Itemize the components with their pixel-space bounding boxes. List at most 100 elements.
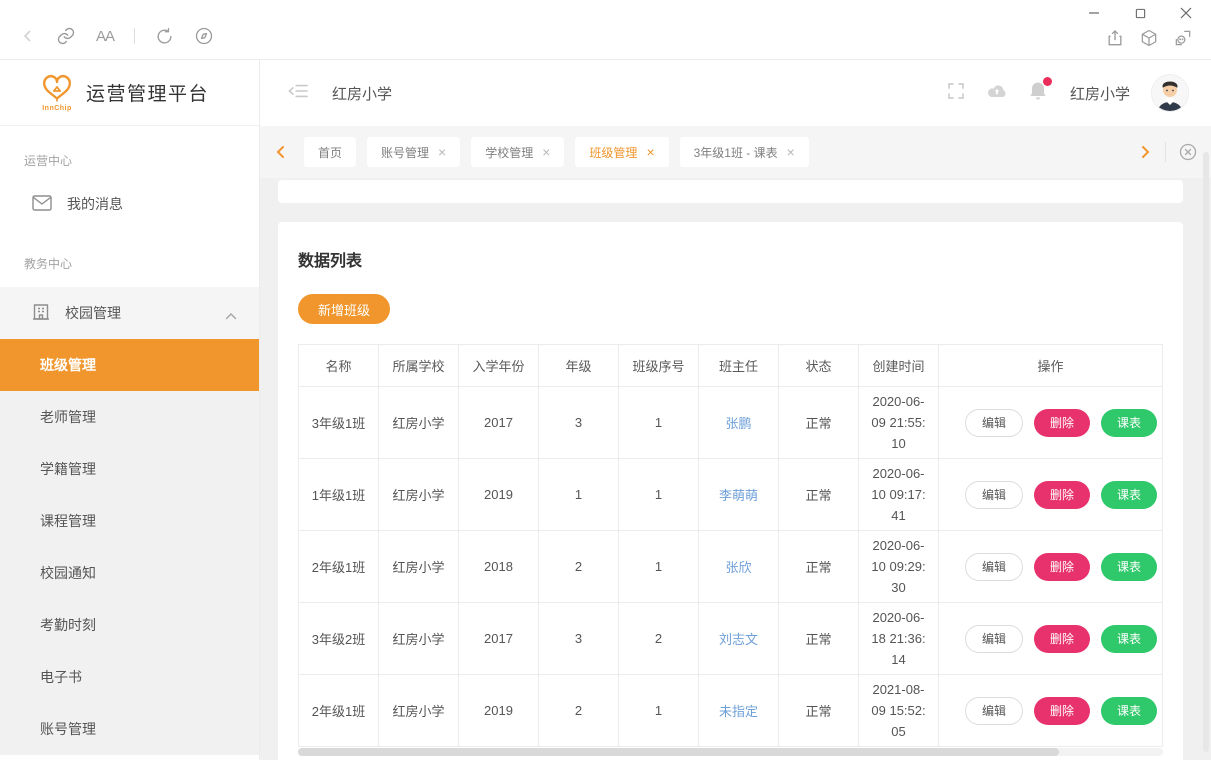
schedule-button[interactable]: 课表	[1101, 625, 1157, 653]
sidebar-item-考勤时刻[interactable]: 考勤时刻	[0, 599, 259, 651]
cell-created-time: 2020-06-10 09:29:30	[859, 531, 939, 603]
content-header: 红房小学	[260, 60, 1211, 126]
table-row: 2年级1班红房小学201821张欣正常2020-06-10 09:29:30编辑…	[299, 531, 1163, 603]
cube-icon[interactable]	[1139, 28, 1159, 53]
table-row: 3年级1班红房小学201731张鹏正常2020-06-09 21:55:10编辑…	[299, 387, 1163, 459]
delete-button[interactable]: 删除	[1034, 697, 1090, 725]
logo-subtext: InnChip	[36, 105, 78, 112]
cell-school: 红房小学	[379, 387, 459, 459]
tab-close-icon[interactable]: ×	[787, 145, 795, 159]
sidebar-item-课程管理[interactable]: 课程管理	[0, 495, 259, 547]
tab-bar: 首页 账号管理× 学校管理× 班级管理× 3年级1班 - 课表×	[260, 126, 1211, 178]
sidebar-item-班级管理[interactable]: 班级管理	[0, 339, 259, 391]
head-teacher-link[interactable]: 刘志文	[719, 632, 758, 647]
tab-学校管理[interactable]: 学校管理×	[471, 137, 564, 167]
cell-grade: 3	[539, 603, 619, 675]
sidebar-item-老师管理[interactable]: 老师管理	[0, 391, 259, 443]
head-teacher-link[interactable]: 李萌萌	[719, 488, 758, 503]
sidebar-item-校园通知[interactable]: 校园通知	[0, 547, 259, 599]
head-teacher-link[interactable]: 未指定	[719, 704, 758, 719]
vertical-scrollbar[interactable]	[1203, 152, 1209, 752]
cell-status: 正常	[779, 531, 859, 603]
compass-icon[interactable]	[194, 26, 214, 46]
column-header: 班主任	[699, 345, 779, 387]
tab-首页[interactable]: 首页	[304, 137, 356, 167]
add-class-button[interactable]: 新增班级	[298, 294, 390, 324]
delete-button[interactable]: 删除	[1034, 553, 1090, 581]
sidebar-item-学籍管理[interactable]: 学籍管理	[0, 443, 259, 495]
sidebar-item-我的消息[interactable]: 我的消息	[0, 179, 259, 229]
back-icon[interactable]	[20, 28, 36, 44]
user-name[interactable]: 红房小学	[1070, 83, 1130, 104]
browser-toolbar: AA	[20, 26, 214, 46]
cell-head-teacher: 刘志文	[699, 603, 779, 675]
delete-button[interactable]: 删除	[1034, 481, 1090, 509]
font-size-icon[interactable]: AA	[96, 28, 114, 45]
share-icon[interactable]	[1105, 28, 1125, 53]
edit-button[interactable]: 编辑	[965, 697, 1023, 725]
tab-3年级1班 - 课表[interactable]: 3年级1班 - 课表×	[680, 137, 809, 167]
menu-fold-icon[interactable]	[288, 82, 308, 105]
cell-enroll-year: 2017	[459, 387, 539, 459]
tab-close-icon[interactable]: ×	[542, 145, 550, 159]
delete-button[interactable]: 删除	[1034, 625, 1090, 653]
schedule-button[interactable]: 课表	[1101, 553, 1157, 581]
titlebar-tools	[1105, 28, 1193, 53]
column-header: 班级序号	[619, 345, 699, 387]
maximize-button[interactable]	[1125, 2, 1155, 24]
close-button[interactable]	[1171, 2, 1201, 24]
tabbar-divider	[1165, 142, 1166, 162]
column-header: 操作	[939, 345, 1163, 387]
tab-list: 首页 账号管理× 学校管理× 班级管理× 3年级1班 - 课表×	[304, 137, 1138, 167]
delete-button[interactable]: 删除	[1034, 409, 1090, 437]
sidebar-menu: 运营中心我的消息教务中心校园管理班级管理老师管理学籍管理课程管理校园通知考勤时刻…	[0, 152, 259, 755]
table-row: 1年级1班红房小学201911李萌萌正常2020-06-10 09:17:41编…	[299, 459, 1163, 531]
cloud-upload-icon[interactable]	[986, 82, 1008, 105]
notification-badge	[1043, 77, 1052, 86]
cell-class-number: 2	[619, 603, 699, 675]
edit-button[interactable]: 编辑	[965, 625, 1023, 653]
tabs-scroll-left-icon[interactable]	[274, 145, 288, 159]
head-teacher-link[interactable]: 张欣	[725, 560, 751, 575]
scan-face-icon[interactable]	[1173, 28, 1193, 53]
card-title: 数据列表	[298, 222, 1163, 271]
link-icon[interactable]	[56, 26, 76, 46]
fullscreen-icon[interactable]	[947, 82, 965, 105]
table-row: 2年级1班红房小学201921未指定正常2021-08-09 15:52:05编…	[299, 675, 1163, 747]
tab-close-icon[interactable]: ×	[438, 145, 446, 159]
cell-class-number: 1	[619, 531, 699, 603]
window-titlebar: AA	[0, 0, 1211, 60]
minimize-button[interactable]	[1079, 2, 1109, 24]
action-buttons: 编辑删除课表	[943, 481, 1158, 509]
edit-button[interactable]: 编辑	[965, 553, 1023, 581]
tab-close-icon[interactable]: ×	[646, 145, 654, 159]
cell-grade: 3	[539, 387, 619, 459]
edit-button[interactable]: 编辑	[965, 481, 1023, 509]
window-controls	[1079, 2, 1201, 24]
horizontal-scrollbar-thumb[interactable]	[298, 748, 1059, 756]
schedule-button[interactable]: 课表	[1101, 481, 1157, 509]
refresh-icon[interactable]	[155, 27, 174, 46]
close-all-tabs-icon[interactable]	[1179, 143, 1197, 161]
cell-actions: 编辑删除课表	[939, 603, 1163, 675]
cell-class-number: 1	[619, 459, 699, 531]
head-teacher-link[interactable]: 张鹏	[725, 416, 751, 431]
edit-button[interactable]: 编辑	[965, 409, 1023, 437]
avatar[interactable]	[1151, 74, 1189, 112]
cell-enroll-year: 2018	[459, 531, 539, 603]
sidebar-section-label: 教务中心	[24, 255, 259, 272]
sidebar-item-账号管理[interactable]: 账号管理	[0, 703, 259, 755]
tab-班级管理[interactable]: 班级管理×	[575, 137, 668, 167]
sidebar-group-校园管理[interactable]: 校园管理	[0, 287, 259, 339]
tabs-scroll-right-icon[interactable]	[1138, 145, 1152, 159]
schedule-button[interactable]: 课表	[1101, 697, 1157, 725]
cell-actions: 编辑删除课表	[939, 675, 1163, 747]
tab-label: 首页	[318, 144, 342, 161]
notification-bell-icon[interactable]	[1029, 81, 1047, 106]
mail-icon	[32, 195, 52, 214]
sidebar-item-电子书[interactable]: 电子书	[0, 651, 259, 703]
logo-heart-icon: InnChip	[36, 73, 78, 112]
tab-账号管理[interactable]: 账号管理×	[367, 137, 460, 167]
schedule-button[interactable]: 课表	[1101, 409, 1157, 437]
cell-head-teacher: 张鹏	[699, 387, 779, 459]
